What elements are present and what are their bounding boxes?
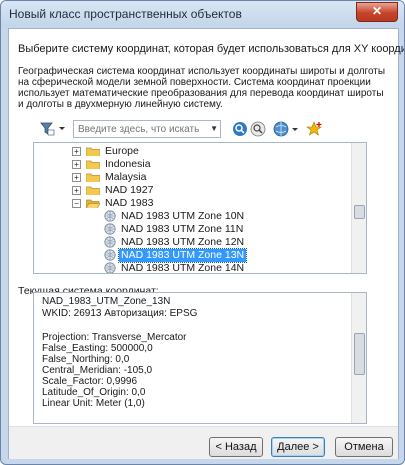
- tree-item-utm-10n[interactable]: NAD 1983 UTM Zone 10N: [34, 210, 350, 223]
- filter-dropdown-button[interactable]: [39, 120, 67, 138]
- crs-detail-line: Linear Unit: Meter (1,0): [42, 398, 145, 409]
- tree-item-label-selected: NAD 1983 UTM Zone 13N: [117, 248, 248, 263]
- close-button[interactable]: ✕: [356, 2, 398, 22]
- current-crs-details: NAD_1983_UTM_Zone_13N WKID: 26913 Автори…: [33, 292, 367, 424]
- chevron-down-icon[interactable]: ▼: [210, 124, 218, 133]
- crs-detail-line: False_Easting: 500000,0: [42, 343, 153, 354]
- search-field[interactable]: ▼: [73, 120, 221, 138]
- tree-item-nad-1927[interactable]: + NAD 1927: [34, 184, 350, 197]
- folder-icon: [86, 186, 100, 195]
- expand-icon[interactable]: +: [72, 186, 81, 195]
- folder-icon: [86, 173, 100, 182]
- crs-detail-line: Latitude_Of_Origin: 0,0: [42, 387, 146, 398]
- tree-item-europe[interactable]: + Europe: [34, 145, 350, 158]
- expand-icon[interactable]: +: [72, 173, 81, 182]
- collapse-icon[interactable]: −: [72, 199, 81, 208]
- title-bar[interactable]: Новый класс пространственных объектов ✕: [1, 1, 404, 27]
- expand-icon[interactable]: +: [72, 160, 81, 169]
- coordinate-system-tree[interactable]: + Europe + Indonesia + Malaysia + NAD 19…: [33, 142, 367, 274]
- scrollbar-thumb[interactable]: [354, 205, 365, 219]
- crs-detail-line: NAD_1983_UTM_Zone_13N: [42, 296, 171, 307]
- tree-item-malaysia[interactable]: + Malaysia: [34, 171, 350, 184]
- tree-item-label: NAD 1983 UTM Zone 14N: [121, 262, 245, 274]
- tree-item-nad-1983[interactable]: − NAD 1983: [34, 197, 350, 210]
- expand-icon[interactable]: +: [72, 147, 81, 156]
- clear-search-button[interactable]: [249, 120, 267, 138]
- tree-item-indonesia[interactable]: + Indonesia: [34, 158, 350, 171]
- tree-item-label: Malaysia: [105, 171, 147, 183]
- dialog-window: Новый класс пространственных объектов ✕ …: [0, 0, 405, 465]
- window-title: Новый класс пространственных объектов: [9, 7, 242, 21]
- button-bar: < Назад Далее > Отмена: [9, 426, 398, 459]
- tree-item-utm-14n[interactable]: NAD 1983 UTM Zone 14N: [34, 262, 350, 274]
- search-button[interactable]: [231, 120, 249, 138]
- globe-add-icon: [273, 121, 298, 137]
- folder-open-icon: [86, 199, 100, 208]
- add-to-favorites-button[interactable]: [305, 120, 323, 138]
- globe-icon: [104, 223, 116, 235]
- close-icon: ✕: [371, 4, 383, 18]
- clear-search-icon: [250, 121, 266, 137]
- globe-icon: [104, 249, 116, 261]
- filter-icon: [40, 122, 65, 136]
- crs-detail-line: Scale_Factor: 0,9996: [42, 376, 138, 387]
- globe-icon: [104, 210, 116, 222]
- scrollbar-thumb[interactable]: [354, 333, 365, 375]
- crs-detail-line: WKID: 26913 Авторизация: EPSG: [42, 308, 198, 319]
- toolbar: ▼: [9, 118, 398, 140]
- crs-detail-line: Central_Meridian: -105,0: [42, 365, 153, 376]
- tree-item-label: Indonesia: [105, 158, 151, 170]
- globe-icon: [104, 262, 116, 273]
- description-text: Географическая система координат использ…: [18, 66, 386, 110]
- folder-icon: [86, 147, 100, 156]
- cancel-button[interactable]: Отмена: [335, 437, 393, 457]
- search-icon: [233, 122, 247, 136]
- tree-item-label: NAD 1983 UTM Zone 11N: [121, 223, 244, 235]
- favorite-add-icon: [306, 121, 322, 136]
- folder-icon: [86, 160, 100, 169]
- intro-text: Выберите систему координат, которая буде…: [18, 43, 405, 55]
- next-button[interactable]: Далее >: [271, 437, 325, 457]
- tree-item-label: Europe: [105, 145, 139, 157]
- tree-item-utm-12n[interactable]: NAD 1983 UTM Zone 12N: [34, 236, 350, 249]
- back-button[interactable]: < Назад: [209, 437, 263, 457]
- tree-item-utm-11n[interactable]: NAD 1983 UTM Zone 11N: [34, 223, 350, 236]
- add-coordinate-system-button[interactable]: [273, 120, 301, 138]
- search-input[interactable]: [74, 121, 210, 137]
- globe-icon: [104, 236, 116, 248]
- tree-item-utm-13n[interactable]: NAD 1983 UTM Zone 13N: [34, 248, 350, 263]
- dialog-content: Выберите систему координат, которая буде…: [8, 28, 405, 459]
- tree-item-label: NAD 1927: [105, 184, 154, 196]
- tree-item-label: NAD 1983 UTM Zone 10N: [121, 210, 245, 222]
- crs-detail-line: Projection: Transverse_Mercator: [42, 332, 187, 343]
- tree-item-label: NAD 1983: [105, 197, 154, 209]
- crs-detail-line: False_Northing: 0,0: [42, 354, 130, 365]
- details-scrollbar[interactable]: [351, 293, 366, 423]
- tree-scrollbar[interactable]: [351, 143, 366, 273]
- tree-item-label: NAD 1983 UTM Zone 12N: [121, 236, 245, 248]
